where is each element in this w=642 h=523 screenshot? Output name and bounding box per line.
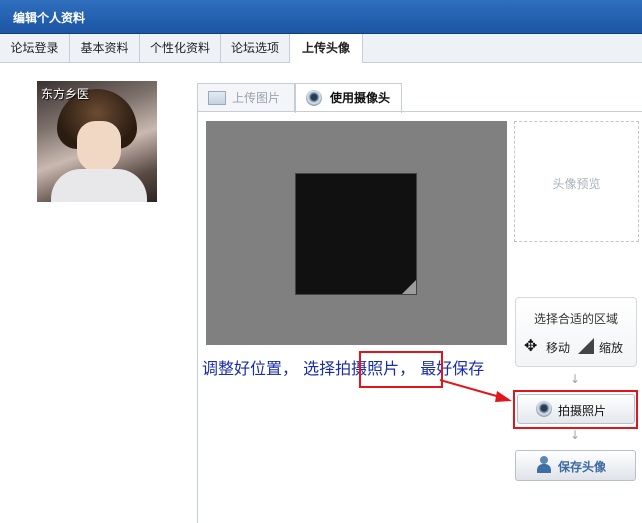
pointer-arrow: [439, 379, 512, 402]
